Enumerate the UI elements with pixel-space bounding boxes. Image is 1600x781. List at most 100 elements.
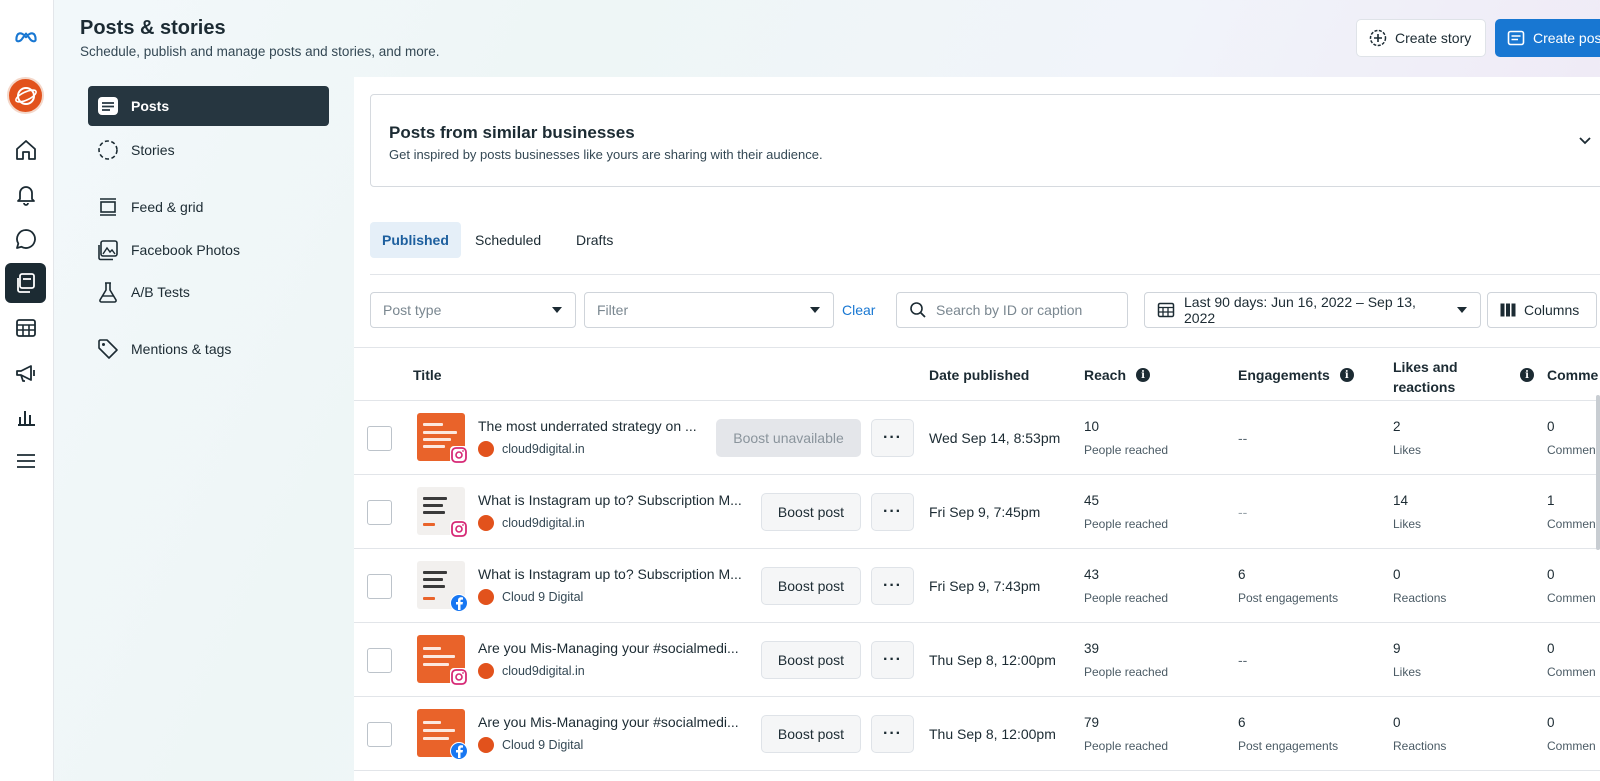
facebook-icon	[450, 594, 468, 612]
column-reach[interactable]: Reach i	[1084, 367, 1151, 383]
subnav-item-facebook-photos[interactable]: Facebook Photos	[88, 230, 329, 270]
more-options-button[interactable]: ···	[871, 567, 914, 605]
date-range-button[interactable]: Last 90 days: Jun 16, 2022 – Sep 13, 202…	[1144, 292, 1481, 328]
chevron-down-icon[interactable]	[1576, 131, 1594, 149]
post-title[interactable]: Are you Mis-Managing your #socialmedi...	[478, 714, 739, 730]
home-icon[interactable]	[5, 130, 46, 170]
posts-stories-icon[interactable]	[5, 263, 46, 303]
notifications-icon[interactable]	[5, 175, 46, 215]
post-type-select[interactable]: Post type	[370, 292, 576, 328]
table-row[interactable]: Are you Mis-Managing your #socialmedi...…	[354, 623, 1600, 697]
info-icon[interactable]: i	[1136, 368, 1151, 382]
date-published: Fri Sep 9, 7:43pm	[929, 578, 1041, 594]
subnav-label: Facebook Photos	[131, 242, 240, 258]
subnav-item-feed-grid[interactable]: Feed & grid	[88, 187, 329, 227]
insights-chart-icon[interactable]	[5, 397, 46, 437]
row-checkbox[interactable]	[367, 648, 392, 673]
likes-label: Reactions	[1393, 739, 1447, 753]
page-title: Posts & stories	[80, 17, 226, 39]
meta-logo-icon[interactable]	[5, 16, 46, 56]
boost-post-button[interactable]: Boost post	[761, 493, 861, 531]
columns-button[interactable]: Columns	[1487, 292, 1597, 328]
more-options-button[interactable]: ···	[871, 493, 914, 531]
reach-label: People reached	[1084, 443, 1169, 457]
column-likes-reactions[interactable]: Likes and reactions	[1393, 357, 1458, 397]
caret-down-icon	[810, 307, 820, 313]
tab-scheduled[interactable]: Scheduled	[463, 222, 553, 258]
subnav-item-mentions-tags[interactable]: Mentions & tags	[88, 329, 329, 369]
account-name: Cloud 9 Digital	[502, 738, 584, 752]
engagements-value: --	[1238, 504, 1248, 520]
engagements-value: --	[1238, 430, 1248, 446]
column-comments-label: Comme	[1547, 367, 1599, 383]
info-icon[interactable]: i	[1339, 368, 1354, 382]
more-options-button[interactable]: ···	[871, 641, 914, 679]
column-date-published[interactable]: Date published	[929, 367, 1029, 383]
account-avatar	[478, 737, 494, 753]
column-title[interactable]: Title	[413, 367, 442, 383]
post-account: cloud9digital.in	[478, 515, 585, 531]
post-title[interactable]: What is Instagram up to? Subscription M.…	[478, 492, 742, 508]
reach-label: People reached	[1084, 591, 1169, 605]
search-icon	[910, 302, 926, 318]
row-checkbox[interactable]	[367, 426, 392, 451]
thumb-line	[423, 497, 447, 500]
table-row[interactable]: Are you Mis-Managing your #socialmedi...…	[354, 697, 1600, 771]
flask-icon	[99, 282, 117, 303]
more-options-button[interactable]: ···	[871, 715, 914, 753]
engagements-label: Post engagements	[1238, 591, 1339, 605]
tab-published[interactable]: Published	[370, 222, 461, 258]
date-published: Fri Sep 9, 7:45pm	[929, 504, 1041, 520]
post-title[interactable]: The most underrated strategy on ...	[478, 418, 697, 434]
search-field[interactable]	[896, 292, 1128, 328]
subnav-item-stories[interactable]: Stories	[88, 130, 329, 170]
messages-icon[interactable]	[5, 219, 46, 259]
business-avatar[interactable]	[7, 77, 44, 114]
column-engagements[interactable]: Engagements i	[1238, 367, 1354, 383]
subnav-item-posts[interactable]: Posts	[88, 86, 329, 126]
account-name: Cloud 9 Digital	[502, 590, 584, 604]
menu-icon[interactable]	[5, 441, 46, 481]
stories-icon	[98, 140, 118, 160]
post-account: cloud9digital.in	[478, 441, 585, 457]
create-post-button[interactable]: Create post	[1495, 19, 1600, 57]
row-checkbox[interactable]	[367, 722, 392, 747]
boost-post-button[interactable]: Boost post	[761, 641, 861, 679]
more-options-button[interactable]: ···	[871, 419, 914, 457]
clear-filters-link[interactable]: Clear	[842, 302, 875, 318]
thumb-line	[423, 504, 443, 507]
comments-value: 0	[1547, 567, 1555, 582]
row-checkbox[interactable]	[367, 574, 392, 599]
content-table-icon[interactable]	[5, 308, 46, 348]
boost-post-button[interactable]: Boost post	[761, 715, 861, 753]
reach-value: 45	[1084, 493, 1100, 508]
vertical-scrollbar[interactable]	[1596, 395, 1600, 550]
account-name: cloud9digital.in	[502, 442, 585, 456]
boost-post-button[interactable]: Boost post	[761, 567, 861, 605]
table-header: Title Date published Reach i Engagements i…	[354, 347, 1600, 401]
columns-label: Columns	[1524, 302, 1580, 318]
calendar-icon	[1157, 302, 1175, 318]
filter-select[interactable]: Filter	[584, 292, 834, 328]
create-story-button[interactable]: Create story	[1356, 19, 1486, 57]
divider	[370, 274, 1600, 275]
row-checkbox[interactable]	[367, 500, 392, 525]
column-comments[interactable]: Comme	[1547, 367, 1598, 383]
reach-label: People reached	[1084, 665, 1169, 679]
info-icon[interactable]: i	[1520, 368, 1534, 382]
ads-megaphone-icon[interactable]	[5, 353, 46, 393]
similar-businesses-card[interactable]: Posts from similar businesses Get inspir…	[370, 94, 1600, 187]
tab-drafts[interactable]: Drafts	[564, 222, 625, 258]
comments-value: 0	[1547, 641, 1555, 656]
search-input[interactable]	[936, 302, 1116, 318]
likes-value: 9	[1393, 641, 1401, 656]
thumb-line	[423, 585, 445, 588]
table-row[interactable]: What is Instagram up to? Subscription M.…	[354, 475, 1600, 549]
subnav-item-ab-tests[interactable]: A/B Tests	[88, 272, 329, 312]
engagements-value: 6	[1238, 715, 1246, 730]
boost-unavailable-button: Boost unavailable	[716, 419, 861, 457]
post-title[interactable]: Are you Mis-Managing your #socialmedi...	[478, 640, 739, 656]
table-row[interactable]: The most underrated strategy on ... clou…	[354, 401, 1600, 475]
table-row[interactable]: What is Instagram up to? Subscription M.…	[354, 549, 1600, 623]
post-title[interactable]: What is Instagram up to? Subscription M.…	[478, 566, 742, 582]
